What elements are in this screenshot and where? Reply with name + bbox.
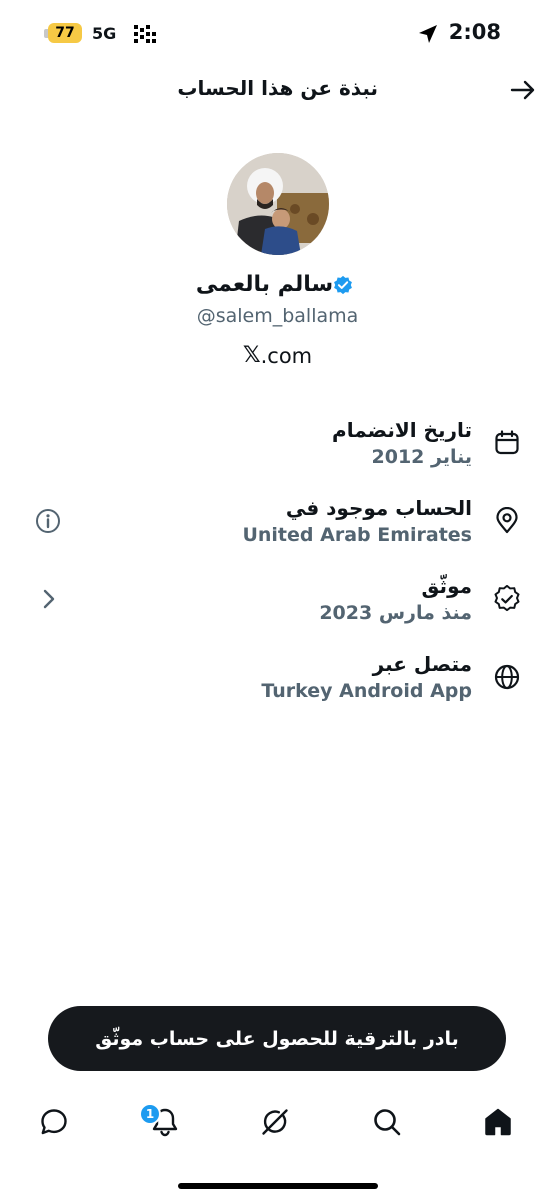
info-value: Turkey Android App bbox=[261, 680, 472, 702]
info-value: يناير 2012 bbox=[371, 446, 472, 468]
handle: @salem_ballama bbox=[196, 305, 359, 327]
verified-badge-icon bbox=[334, 275, 353, 294]
bottom-nav bbox=[0, 1096, 555, 1156]
info-value: United Arab Emirates bbox=[242, 524, 472, 546]
upgrade-verified-button[interactable]: بادر بالترقية للحصول على حساب موثّق bbox=[48, 1006, 506, 1071]
battery-level: 77 bbox=[48, 23, 82, 43]
profile-name-row: سالم بالعمى bbox=[0, 272, 555, 297]
header: نبذة عن هذا الحساب bbox=[0, 66, 555, 114]
chevron-right-icon[interactable] bbox=[34, 585, 62, 613]
network-type: 5G bbox=[92, 24, 117, 43]
status-bar: 77 5G 2:08 bbox=[0, 0, 555, 64]
page-title: نبذة عن هذا الحساب bbox=[177, 76, 378, 100]
info-label: تاريخ الانضمام bbox=[332, 418, 472, 442]
clock: 2:08 bbox=[448, 20, 501, 44]
notification-count-badge: 1 bbox=[139, 1103, 161, 1125]
info-label: الحساب موجود في bbox=[285, 496, 472, 520]
info-label: متصل عبر bbox=[372, 652, 472, 676]
globe-icon bbox=[494, 664, 520, 690]
location-pin-icon bbox=[496, 507, 518, 534]
info-row-verified[interactable]: موثّق منذ مارس 2023 bbox=[0, 568, 555, 638]
location-arrow-icon bbox=[419, 25, 437, 43]
grok-icon[interactable] bbox=[259, 1106, 291, 1138]
calendar-icon bbox=[495, 430, 519, 455]
info-label: موثّق bbox=[421, 574, 472, 598]
arrow-right-icon[interactable] bbox=[508, 76, 538, 104]
display-name: سالم بالعمى bbox=[195, 272, 334, 297]
info-row-location: الحساب موجود في United Arab Emirates bbox=[0, 490, 555, 560]
info-row-joined: تاريخ الانضمام يناير 2012 bbox=[0, 412, 555, 482]
home-icon[interactable] bbox=[482, 1106, 514, 1138]
info-value: منذ مارس 2023 bbox=[319, 602, 472, 624]
info-icon[interactable] bbox=[34, 507, 62, 535]
search-icon[interactable] bbox=[371, 1106, 403, 1138]
site-suffix: .com bbox=[260, 343, 313, 368]
messages-icon[interactable] bbox=[38, 1106, 70, 1138]
verified-seal-icon bbox=[494, 585, 520, 612]
battery-indicator: 77 bbox=[44, 22, 82, 44]
info-row-connected-via: متصل عبر Turkey Android App bbox=[0, 646, 555, 716]
avatar-photo bbox=[227, 153, 329, 255]
site-link[interactable]: 𝕏 .com bbox=[0, 343, 555, 368]
signal-icon bbox=[134, 25, 156, 43]
x-logo-icon: 𝕏 bbox=[242, 343, 261, 368]
home-indicator bbox=[178, 1183, 378, 1189]
avatar[interactable] bbox=[227, 153, 329, 255]
